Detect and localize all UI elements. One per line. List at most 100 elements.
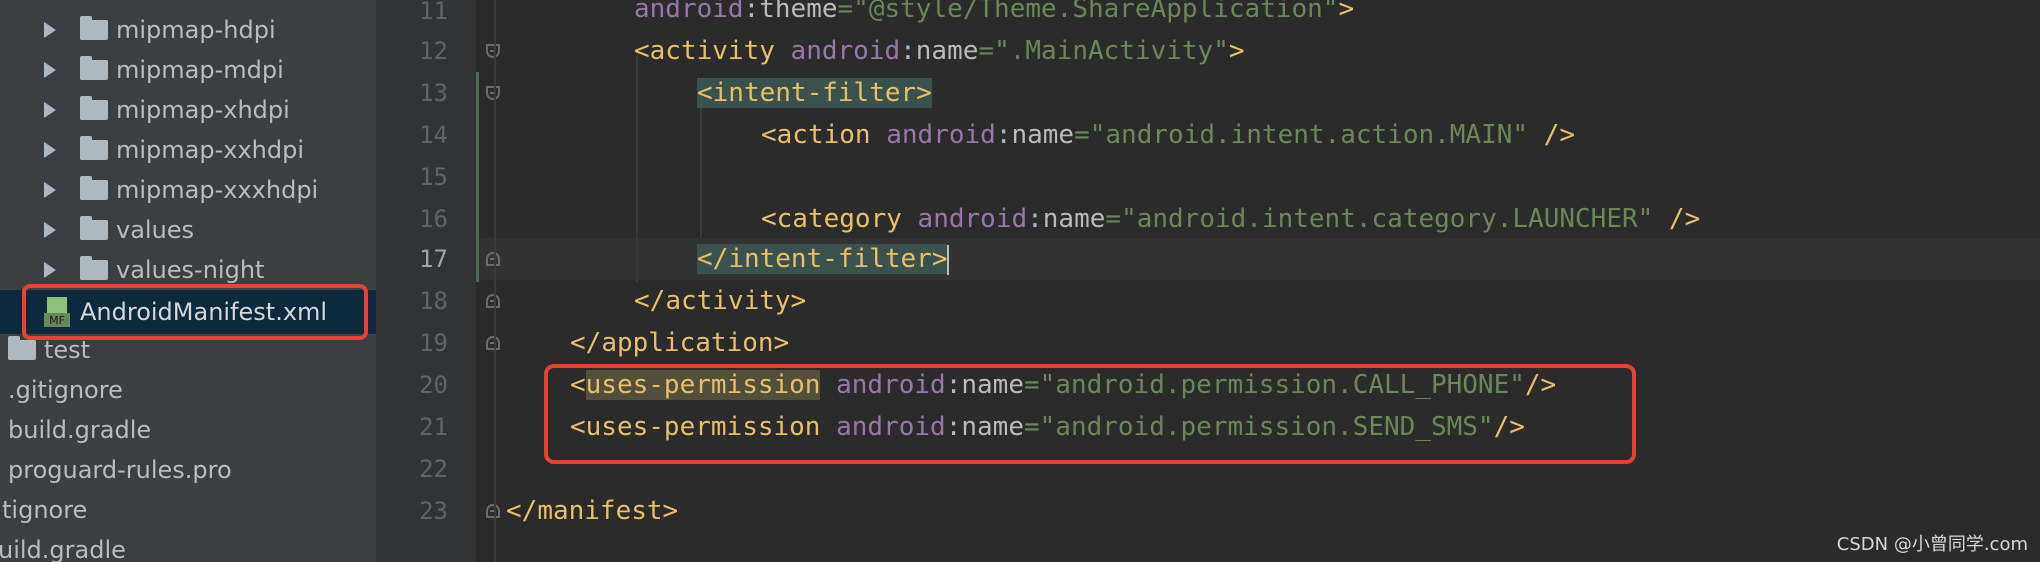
token-tag: activity bbox=[649, 36, 775, 66]
fold-icon[interactable] bbox=[486, 294, 500, 308]
token-attribute: theme bbox=[759, 0, 838, 24]
token-bracket: < bbox=[761, 204, 777, 234]
token-bracket: </ bbox=[506, 496, 538, 526]
tree-item-label: mipmap-mdpi bbox=[116, 56, 284, 84]
tree-item-mipmap-xhdpi[interactable]: mipmap-xhdpi bbox=[0, 90, 376, 130]
token-namespace: android bbox=[886, 120, 996, 150]
token-string: "android.intent.category.LAUNCHER" bbox=[1121, 204, 1654, 234]
token-bracket: </ bbox=[634, 286, 666, 316]
tree-item-build-gradle[interactable]: build.gradle bbox=[0, 410, 376, 450]
tree-item-label: build.gradle bbox=[8, 416, 152, 444]
tree-item-gitignore[interactable]: .gitignore bbox=[0, 370, 376, 410]
ide-window: mipmap-hdpi mipmap-mdpi mipmap-xhdpi mip… bbox=[0, 0, 2040, 562]
line-number: 13 bbox=[419, 79, 448, 107]
fold-icon[interactable] bbox=[486, 44, 500, 58]
tree-item-label: mipmap-hdpi bbox=[116, 16, 276, 44]
tree-item-values[interactable]: values bbox=[0, 210, 376, 250]
token-tag: manifest bbox=[537, 496, 663, 526]
token-bracket: < bbox=[761, 120, 777, 150]
line-number: 11 bbox=[419, 0, 448, 25]
indent-guide bbox=[700, 98, 702, 238]
tree-item-proguard-rules[interactable]: proguard-rules.pro bbox=[0, 450, 376, 490]
tree-item-mipmap-xxxhdpi[interactable]: mipmap-xxxhdpi bbox=[0, 170, 376, 210]
code-line-14[interactable]: <action android:name="android.intent.act… bbox=[761, 114, 1575, 156]
tree-item-mipmap-mdpi[interactable]: mipmap-mdpi bbox=[0, 50, 376, 90]
fold-icon[interactable] bbox=[486, 504, 500, 518]
line-number: 20 bbox=[419, 371, 448, 399]
token-attribute: name bbox=[915, 36, 979, 66]
token-colon: : bbox=[995, 120, 1012, 150]
tree-item-mipmap-xxhdpi[interactable]: mipmap-xxhdpi bbox=[0, 130, 376, 170]
token-bracket: > bbox=[662, 496, 679, 526]
token-bracket: > bbox=[916, 78, 932, 108]
token-tag: intent-filter bbox=[712, 78, 917, 108]
expand-arrow-icon[interactable] bbox=[44, 102, 56, 118]
expand-arrow-icon[interactable] bbox=[44, 222, 56, 238]
line-number: 19 bbox=[419, 329, 448, 357]
expand-arrow-icon[interactable] bbox=[44, 262, 56, 278]
token-bracket: > bbox=[931, 244, 948, 274]
tree-item-root-gitignore[interactable]: tignore bbox=[0, 490, 376, 530]
watermark: CSDN @小曾同学.com bbox=[1836, 534, 2028, 555]
token-bracket: </ bbox=[570, 328, 602, 358]
token-string: ".MainActivity" bbox=[994, 36, 1229, 66]
token-colon: : bbox=[900, 36, 916, 66]
tree-item-label: values bbox=[116, 216, 195, 244]
folder-icon bbox=[80, 256, 108, 280]
fold-icon[interactable] bbox=[486, 86, 500, 100]
code-line-16[interactable]: <category android:name="android.intent.c… bbox=[761, 198, 1700, 240]
token-colon: : bbox=[1027, 204, 1043, 234]
line-number: 16 bbox=[419, 205, 448, 233]
token-bracket: /> bbox=[1653, 204, 1701, 234]
token-bracket: > bbox=[773, 328, 790, 358]
line-number: 22 bbox=[419, 455, 448, 483]
code-line-18[interactable]: </activity> bbox=[634, 280, 806, 322]
project-tree: mipmap-hdpi mipmap-mdpi mipmap-xhdpi mip… bbox=[0, 0, 376, 562]
fold-icon[interactable] bbox=[486, 252, 500, 266]
tree-item-label: proguard-rules.pro bbox=[8, 456, 232, 484]
expand-arrow-icon[interactable] bbox=[44, 22, 56, 38]
tree-item-label: mipmap-xhdpi bbox=[116, 96, 290, 124]
line-number: 15 bbox=[419, 163, 448, 191]
folder-icon bbox=[80, 96, 108, 120]
code-line-23[interactable]: </manifest> bbox=[506, 490, 678, 532]
token-string: "android.intent.action.MAIN" bbox=[1089, 120, 1529, 150]
indent-guide bbox=[636, 56, 638, 282]
tree-item-label: uild.gradle bbox=[0, 536, 126, 562]
token-equals: = bbox=[1105, 204, 1122, 234]
token-bracket: < bbox=[634, 36, 650, 66]
expand-arrow-icon[interactable] bbox=[44, 142, 56, 158]
code-line-11[interactable]: android:theme="@style/Theme.ShareApplica… bbox=[634, 0, 1354, 30]
token-equals: = bbox=[1074, 120, 1090, 150]
folder-icon bbox=[80, 56, 108, 80]
token-namespace: android bbox=[917, 204, 1028, 234]
fold-icon[interactable] bbox=[486, 336, 500, 350]
code-line-19[interactable]: </application> bbox=[570, 322, 789, 364]
token-string: "@style/Theme.ShareApplication" bbox=[853, 0, 1339, 24]
line-number: 23 bbox=[419, 497, 448, 525]
token-attribute: name bbox=[1011, 120, 1075, 150]
folder-icon bbox=[80, 16, 108, 40]
token-colon: : bbox=[743, 0, 760, 24]
token-bracket: /> bbox=[1528, 120, 1576, 150]
folder-icon bbox=[80, 136, 108, 160]
expand-arrow-icon[interactable] bbox=[44, 62, 56, 78]
line-number: 21 bbox=[419, 413, 448, 441]
token-namespace: android bbox=[790, 36, 901, 66]
folder-icon bbox=[80, 176, 108, 200]
line-number: 14 bbox=[419, 121, 448, 149]
annotation-highlight-manifest bbox=[22, 284, 368, 340]
code-line-17[interactable]: </intent-filter> bbox=[697, 238, 950, 280]
token-bracket: > bbox=[1228, 36, 1245, 66]
code-line-12[interactable]: <activity android:name=".MainActivity"> bbox=[634, 30, 1245, 72]
tree-item-label: .gitignore bbox=[8, 376, 123, 404]
line-number: 12 bbox=[419, 37, 448, 65]
expand-arrow-icon[interactable] bbox=[44, 182, 56, 198]
tree-item-mipmap-hdpi[interactable]: mipmap-hdpi bbox=[0, 10, 376, 50]
tree-item-label: mipmap-xxxhdpi bbox=[116, 176, 319, 204]
tree-item-root-build-gradle[interactable]: uild.gradle bbox=[0, 530, 376, 562]
code-line-13[interactable]: <intent-filter> bbox=[697, 72, 932, 114]
token-bracket: > bbox=[1338, 0, 1355, 24]
text-caret bbox=[947, 244, 950, 275]
folder-icon bbox=[80, 216, 108, 240]
